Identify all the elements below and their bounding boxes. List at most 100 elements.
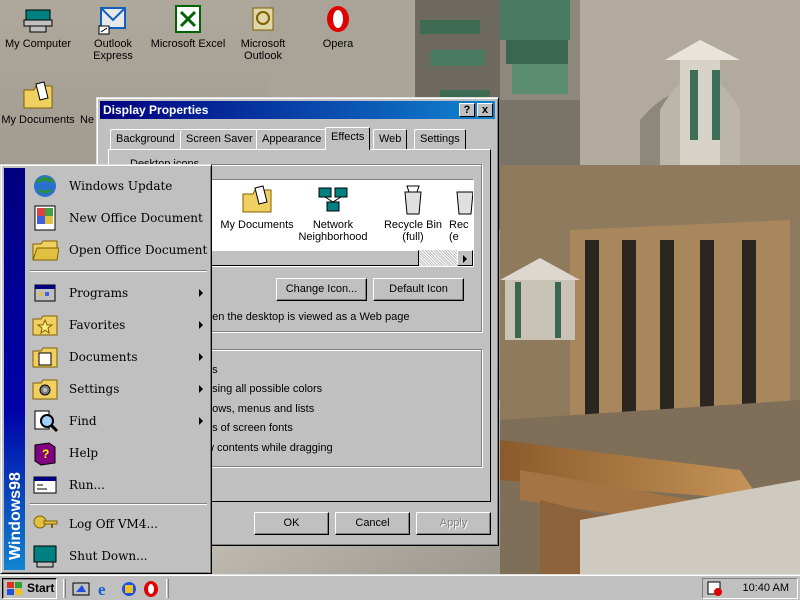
tab-background[interactable]: Background <box>110 129 181 149</box>
menu-item-label: Open Office Document <box>69 243 208 257</box>
settings-icon <box>31 375 59 403</box>
effect-option[interactable]: using all possible colors <box>206 381 322 397</box>
taskbar-grip[interactable] <box>166 579 169 598</box>
desktop-icon-my-computer[interactable]: My Computer <box>0 4 76 50</box>
svg-text:?: ? <box>42 447 49 461</box>
run-icon <box>31 471 59 499</box>
start-menu: Windows98 Windows Update New Office Docu… <box>0 164 212 574</box>
list-item[interactable]: Network Neighborhood <box>293 184 373 243</box>
my-documents-icon <box>242 185 272 213</box>
menu-item-new-office-document[interactable]: New Office Document <box>28 202 209 234</box>
my-computer-icon <box>22 4 54 36</box>
ok-button[interactable]: OK <box>254 512 329 535</box>
list-item-label: Rec (e <box>449 219 469 243</box>
excel-icon <box>172 4 204 36</box>
arrow-right-icon <box>463 255 467 263</box>
submenu-arrow-icon <box>199 321 203 329</box>
menu-item-open-office-document[interactable]: Open Office Document <box>28 234 209 266</box>
desktop-icon-label: Opera <box>322 38 354 50</box>
effect-option[interactable]: dows, menus and lists <box>206 401 314 417</box>
effect-option[interactable]: es of screen fonts <box>206 420 293 436</box>
quick-launch-grip[interactable] <box>63 579 66 598</box>
default-icon-button[interactable]: Default Icon <box>373 278 464 301</box>
programs-icon <box>31 279 59 307</box>
my-documents-icon <box>22 80 54 112</box>
channels-icon[interactable] <box>120 580 138 598</box>
menu-item-label: New Office Document <box>69 211 203 225</box>
internet-explorer-icon[interactable]: e <box>96 580 114 599</box>
list-item[interactable]: Rec (e <box>449 184 473 243</box>
tab-settings[interactable]: Settings <box>414 129 466 149</box>
title-bar[interactable]: Display Properties ? x <box>100 101 495 119</box>
menu-item-settings[interactable]: Settings <box>28 373 209 405</box>
tab-screen-saver[interactable]: Screen Saver <box>180 129 259 149</box>
banner-text: Windows98 <box>7 472 24 560</box>
menu-item-find[interactable]: Find <box>28 405 209 437</box>
network-neighborhood-icon <box>318 187 348 212</box>
show-desktop-icon[interactable] <box>72 580 90 598</box>
menu-item-favorites[interactable]: Favorites <box>28 309 209 341</box>
windows98-banner-text: Windows98 <box>7 472 24 560</box>
apply-button[interactable]: Apply <box>416 512 491 535</box>
menu-item-label: Log Off VM4... <box>69 517 158 531</box>
menu-separator <box>30 270 207 272</box>
menu-item-log-off[interactable]: Log Off VM4... <box>28 508 209 540</box>
desktop-icon-outlook-express[interactable]: Outlook Express <box>75 4 151 62</box>
menu-item-run[interactable]: Run... <box>28 469 209 501</box>
menu-item-label: Favorites <box>69 318 126 332</box>
start-button[interactable]: Start <box>2 578 57 599</box>
submenu-arrow-icon <box>199 289 203 297</box>
menu-item-windows-update[interactable]: Windows Update <box>28 170 209 202</box>
recycle-bin-icon <box>456 191 473 215</box>
outlook-icon <box>247 4 279 36</box>
favorites-icon <box>31 311 59 339</box>
menu-item-help[interactable]: ? Help <box>28 437 209 469</box>
desktop-icon-label: Microsoft Excel <box>150 38 226 50</box>
tab-effects[interactable]: Effects <box>325 127 371 150</box>
list-item-label: My Documents <box>220 219 294 231</box>
menu-item-label: Find <box>69 414 97 428</box>
close-button[interactable]: x <box>477 103 493 117</box>
menu-item-label: Shut Down... <box>69 549 148 563</box>
hide-icons-option[interactable]: hen the desktop is viewed as a Web page <box>206 309 409 325</box>
menu-item-label: Windows Update <box>69 179 173 193</box>
menu-item-programs[interactable]: Programs <box>28 277 209 309</box>
opera-icon[interactable] <box>142 580 160 598</box>
tab-appearance[interactable]: Appearance <box>256 129 328 149</box>
cancel-button[interactable]: Cancel <box>335 512 410 535</box>
desktop-icon-opera[interactable]: Opera <box>300 4 376 50</box>
menu-item-documents[interactable]: Documents <box>28 341 209 373</box>
log-off-icon <box>31 510 59 538</box>
find-icon <box>31 407 59 435</box>
desktop-icon-excel[interactable]: Microsoft Excel <box>150 4 226 50</box>
tab-web[interactable]: Web <box>373 129 408 149</box>
effect-option[interactable]: w contents while dragging <box>206 440 333 456</box>
system-tray: 10:40 AM <box>702 578 798 599</box>
list-item[interactable]: Recycle Bin (full) <box>373 184 453 243</box>
desktop-icon-outlook[interactable]: Microsoft Outlook <box>225 4 301 62</box>
tab-strip: Background Screen Saver Appearance Effec… <box>108 127 493 151</box>
open-office-document-icon <box>31 236 60 264</box>
submenu-arrow-icon <box>199 353 203 361</box>
help-button[interactable]: ? <box>459 103 475 117</box>
scheduler-icon[interactable] <box>707 581 723 597</box>
list-item-label: Network Neighborhood <box>298 219 368 243</box>
desktop-icon-label: Microsoft Outlook <box>240 38 286 62</box>
menu-item-label: Run... <box>69 478 105 492</box>
start-label: Start <box>27 581 55 595</box>
documents-icon <box>31 343 59 371</box>
menu-item-label: Settings <box>69 382 120 396</box>
svg-text:e: e <box>98 580 106 598</box>
menu-item-label: Programs <box>69 286 129 300</box>
window-title: Display Properties <box>103 103 209 117</box>
network-icon <box>66 80 98 112</box>
windows-logo-icon <box>7 582 22 595</box>
new-office-document-icon <box>31 204 59 232</box>
menu-item-label: Help <box>69 446 99 460</box>
list-item[interactable]: My Documents <box>217 184 297 231</box>
menu-item-shut-down[interactable]: Shut Down... <box>28 540 209 572</box>
change-icon-button[interactable]: Change Icon... <box>276 278 367 301</box>
clock[interactable]: 10:40 AM <box>743 582 789 594</box>
scroll-right-button[interactable] <box>457 250 473 266</box>
windows-update-icon <box>31 172 59 200</box>
